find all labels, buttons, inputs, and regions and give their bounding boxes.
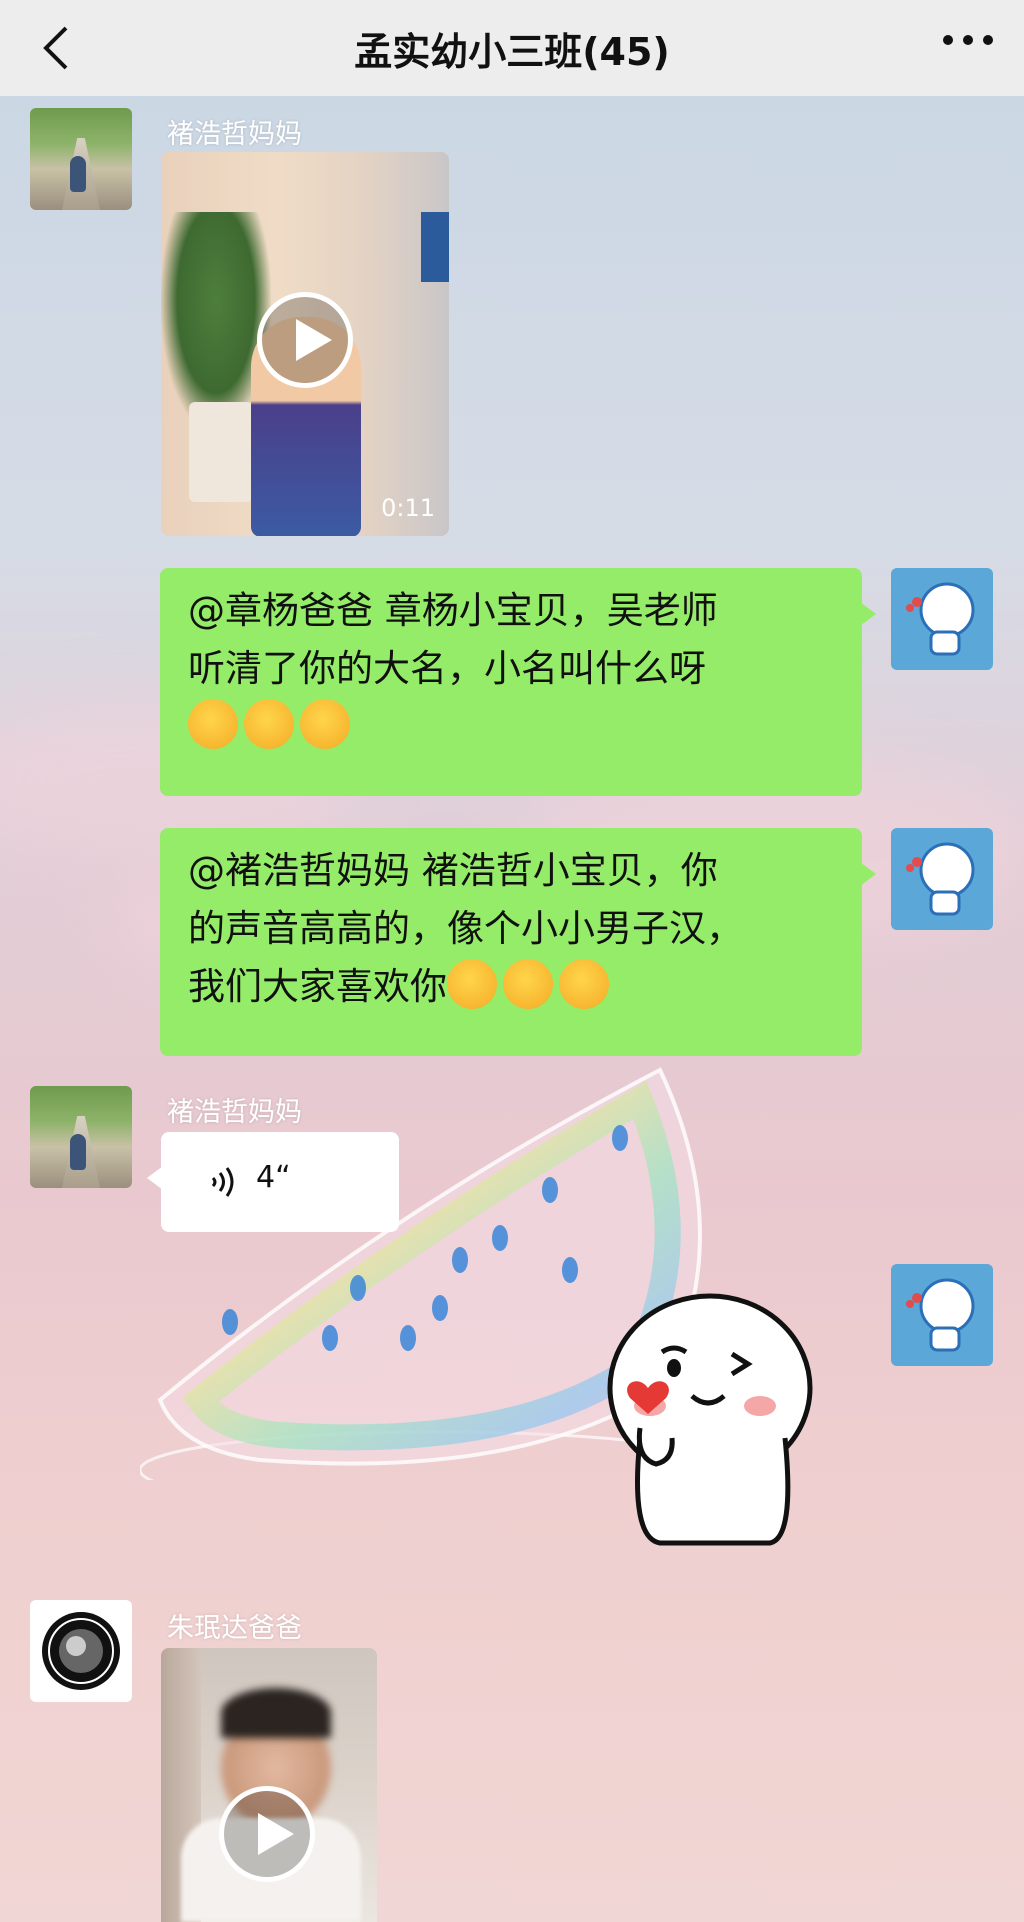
message-line: 听清了你的大名，小名叫什么呀 [188, 647, 706, 690]
my-avatar[interactable] [891, 828, 993, 930]
doraemon-avatar-icon [906, 1278, 975, 1352]
sender-avatar[interactable] [30, 108, 132, 210]
message-line: 我们大家喜欢你 [188, 965, 447, 1008]
smiling-emoji-icon [559, 959, 609, 1009]
message-line: @章杨爸爸 章杨小宝贝，吴老师 [188, 589, 718, 632]
medallion-logo-icon [42, 1612, 120, 1690]
doraemon-avatar-icon [906, 842, 975, 916]
voice-wave-icon [211, 1167, 234, 1197]
message-line-with-emoji: 我们大家喜欢你 [188, 958, 836, 1016]
chat-header: 孟实幼小三班(45) [0, 0, 1024, 96]
back-arrow-icon[interactable] [32, 22, 84, 74]
smiling-emoji-icon [503, 959, 553, 1009]
text-message[interactable]: @褚浩哲妈妈 褚浩哲小宝贝，你 的声音高高的，像个小小男子汉， 我们大家喜欢你 [160, 828, 876, 1056]
voice-duration: 4“ [256, 1160, 291, 1195]
wink-tongue-emoji-icon [300, 699, 350, 749]
play-icon[interactable] [257, 292, 353, 388]
video-message[interactable] [161, 1648, 377, 1922]
sender-name: 朱珉达爸爸 [167, 1613, 302, 1644]
sender-avatar[interactable] [30, 1600, 132, 1702]
my-avatar[interactable] [891, 1264, 993, 1366]
sender-avatar[interactable] [30, 1086, 132, 1188]
message-line: 的声音高高的，像个小小男子汉， [188, 907, 743, 950]
play-icon[interactable] [219, 1786, 315, 1882]
chat-title: 孟实幼小三班(45) [354, 29, 670, 74]
video-message[interactable]: 0:11 [161, 152, 449, 536]
text-message[interactable]: @章杨爸爸 章杨小宝贝，吴老师 听清了你的大名，小名叫什么呀 [160, 568, 876, 796]
heart-wink-sticker[interactable] [600, 1288, 820, 1548]
sender-name: 褚浩哲妈妈 [167, 1097, 302, 1128]
smiling-emoji-icon [447, 959, 497, 1009]
sender-name: 褚浩哲妈妈 [167, 119, 302, 150]
video-duration: 0:11 [381, 494, 435, 522]
message-line: @褚浩哲妈妈 褚浩哲小宝贝，你 [188, 849, 718, 892]
emoji-row [188, 698, 836, 756]
my-avatar[interactable] [891, 568, 993, 670]
wink-tongue-emoji-icon [244, 699, 294, 749]
voice-message[interactable]: 4“ [147, 1132, 399, 1232]
doraemon-avatar-icon [906, 582, 975, 656]
more-options-icon[interactable] [940, 30, 996, 50]
wink-tongue-emoji-icon [188, 699, 238, 749]
